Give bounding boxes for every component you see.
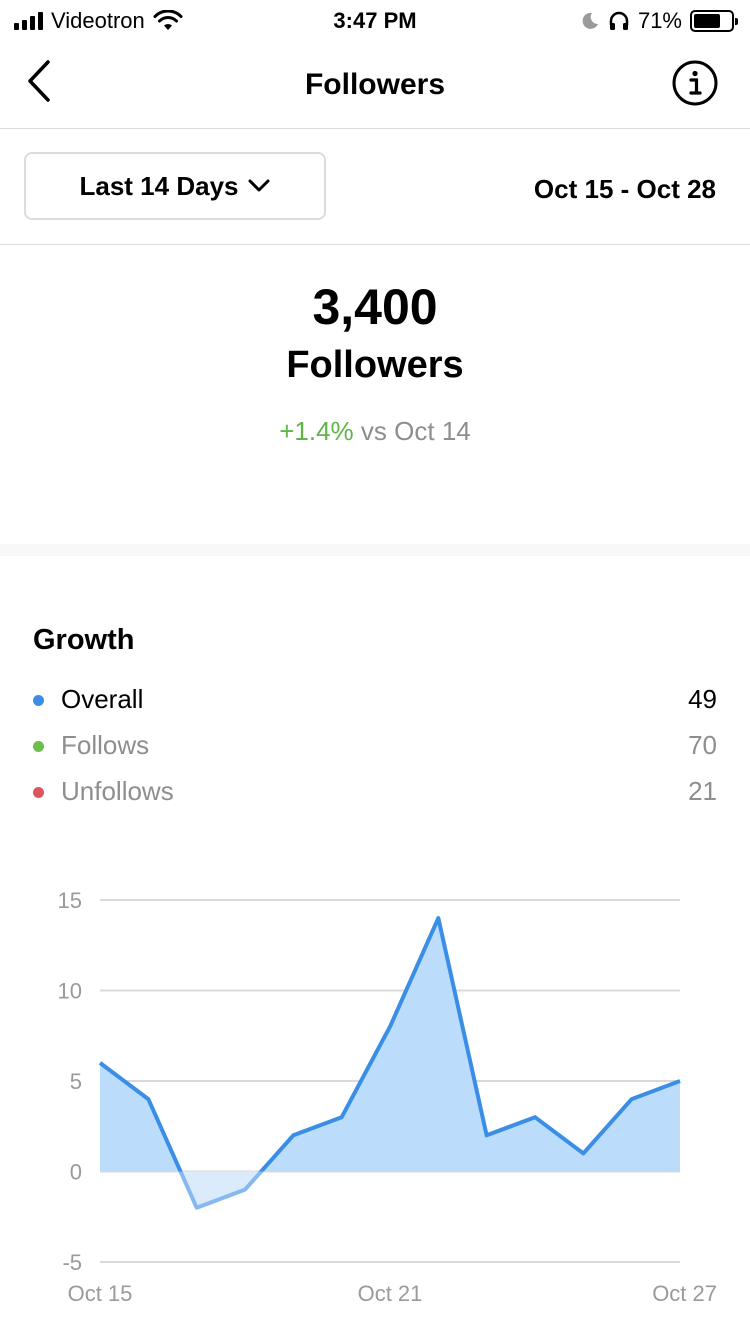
x-tick-label: Oct 15 — [68, 1281, 133, 1306]
x-tick-label: Oct 21 — [358, 1281, 423, 1306]
growth-chart: 15 10 5 0 -5 Oct 15 Oct 21 Oct 27 — [58, 888, 717, 1306]
legend-follows-value: 70 — [688, 730, 717, 760]
chevron-down-icon — [248, 179, 270, 192]
y-tick-label: -5 — [62, 1250, 82, 1275]
legend-unfollows-label: Unfollows — [61, 776, 174, 806]
legend-overall: Overall 49 — [33, 684, 717, 716]
page-title: Followers — [304, 68, 446, 101]
x-tick-label: Oct 27 — [652, 1281, 717, 1306]
battery-level — [694, 14, 720, 28]
legend-unfollows: Unfollows 21 — [33, 776, 717, 808]
battery-percentage: 71% — [637, 8, 682, 33]
status-bar-right: 71% — [580, 8, 738, 34]
date-range-text: Oct 15 - Oct 28 — [533, 174, 716, 204]
follower-count: 3,400 — [312, 279, 438, 335]
change-percentage: +1.4% — [279, 416, 354, 446]
follower-count-label: Followers — [286, 344, 464, 386]
battery-icon — [690, 10, 738, 32]
moon-icon — [582, 12, 598, 29]
change-comparison-text: vs Oct 14 — [360, 416, 471, 446]
follows-color-dot — [33, 741, 44, 752]
info-icon — [672, 60, 718, 106]
overall-color-dot — [33, 695, 44, 706]
legend-unfollows-value: 21 — [688, 776, 717, 806]
y-tick-label: 5 — [70, 1069, 82, 1094]
status-bar: Videotron 3:47 PM 71% — [0, 0, 750, 40]
headphones-icon — [609, 11, 629, 30]
y-tick-label: 15 — [58, 888, 82, 913]
y-tick-label: 10 — [58, 979, 82, 1004]
legend-follows-label: Follows — [61, 730, 150, 760]
navigation-bar: Followers — [0, 40, 750, 129]
info-button[interactable] — [672, 60, 718, 106]
unfollows-color-dot — [33, 787, 44, 798]
change-comparison: +1.4% vs Oct 14 — [0, 416, 750, 447]
area-fill-positive — [100, 918, 680, 1172]
date-range-dropdown-label: Last 14 Days — [79, 170, 239, 201]
legend-follows: Follows 70 — [33, 730, 717, 762]
section-divider — [0, 544, 750, 556]
legend-overall-label: Overall — [61, 684, 144, 714]
date-filter-row: Last 14 Days Oct 15 - Oct 28 — [0, 130, 750, 245]
growth-heading: Growth — [33, 624, 135, 656]
y-tick-label: 0 — [70, 1160, 82, 1185]
followers-summary: 3,400 Followers +1.4% vs Oct 14 — [0, 246, 750, 544]
legend-overall-value: 49 — [688, 684, 717, 714]
date-range-dropdown[interactable]: Last 14 Days — [24, 152, 326, 220]
